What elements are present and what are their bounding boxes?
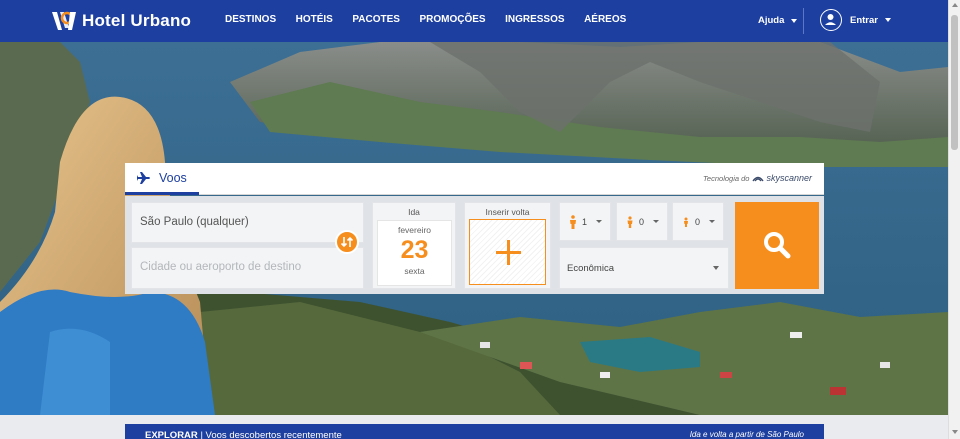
tab-flights[interactable]: Voos <box>125 163 199 195</box>
nav-pacotes[interactable]: PACOTES <box>352 14 400 25</box>
explore-subtitle: Voos descobertos recentemente <box>205 430 342 439</box>
chevron-down-icon <box>596 220 603 223</box>
skyscanner-credit: Tecnologia do skyscanner <box>703 173 812 183</box>
help-menu[interactable]: Ajuda <box>758 15 798 26</box>
explore-heading: EXPLORAR | Voos descobertos recentemente <box>145 430 342 439</box>
chevron-down-icon <box>884 18 891 22</box>
user-icon <box>820 9 842 31</box>
tab-flights-label: Voos <box>159 170 187 185</box>
child-icon <box>627 215 633 228</box>
origin-input[interactable]: São Paulo (qualquer) <box>131 202 364 243</box>
origin-value: São Paulo (qualquer) <box>140 216 249 228</box>
destination-input[interactable]: Cidade ou aeroporto de destino <box>131 247 364 289</box>
baby-icon <box>684 217 688 227</box>
cabin-class-select[interactable]: Econômica <box>559 247 729 289</box>
departure-label: Ida <box>408 207 420 217</box>
plane-icon <box>137 171 150 184</box>
search-form: São Paulo (qualquer) Cidade ou aeroporto… <box>125 196 824 294</box>
header-divider <box>803 8 804 34</box>
main-nav: DESTINOS HOTÉIS PACOTES PROMOÇÕES INGRES… <box>225 14 646 25</box>
nav-ingressos[interactable]: INGRESSOS <box>505 14 564 25</box>
scrollbar-thumb[interactable] <box>951 15 958 150</box>
page-scrollbar[interactable] <box>948 0 960 439</box>
departure-date-picker[interactable]: Ida fevereiro 23 sexta <box>372 202 456 289</box>
search-button[interactable] <box>735 202 819 289</box>
cabin-class-value: Econômica <box>567 262 614 274</box>
explore-label[interactable]: EXPLORAR <box>145 430 198 439</box>
powered-by-label: Tecnologia do <box>703 173 750 183</box>
logo-icon <box>52 11 76 30</box>
children-count: 0 <box>639 216 645 227</box>
nav-destinos[interactable]: DESTINOS <box>225 14 276 25</box>
help-label: Ajuda <box>758 15 785 26</box>
departure-day: 23 <box>400 236 429 264</box>
departure-date-card: fevereiro 23 sexta <box>377 220 452 286</box>
return-label: Inserir volta <box>485 207 530 217</box>
nav-aereos[interactable]: AÉREOS <box>584 14 626 25</box>
brand-logo[interactable]: Hotel Urbano <box>50 9 191 33</box>
departure-weekday: sexta <box>404 266 425 276</box>
babies-count: 0 <box>695 216 701 227</box>
babies-selector[interactable]: 0 <box>672 202 724 241</box>
powered-by-brand: skyscanner <box>766 173 812 183</box>
login-label: Entrar <box>850 14 878 26</box>
swap-button[interactable] <box>335 230 359 254</box>
brand-name: Hotel Urbano <box>82 11 192 30</box>
search-icon <box>764 232 791 259</box>
adult-icon <box>570 214 576 229</box>
scroll-up-icon[interactable] <box>952 3 958 7</box>
top-header: Hotel Urbano DESTINOS HOTÉIS PACOTES PRO… <box>0 0 948 42</box>
nav-promocoes[interactable]: PROMOÇÕES <box>419 14 485 25</box>
nav-hoteis[interactable]: HOTÉIS <box>296 14 333 25</box>
destination-placeholder: Cidade ou aeroporto de destino <box>140 261 302 273</box>
explore-bar: EXPLORAR | Voos descobertos recentemente… <box>125 424 824 439</box>
return-date-picker[interactable]: Inserir volta <box>464 202 551 289</box>
add-return-button[interactable] <box>469 219 546 285</box>
children-selector[interactable]: 0 <box>616 202 668 241</box>
scroll-down-icon[interactable] <box>952 430 958 434</box>
explore-route-note: Ida e volta a partir de São Paulo <box>689 430 804 439</box>
login-button[interactable]: Entrar <box>820 9 891 31</box>
adults-count: 1 <box>582 216 588 227</box>
departure-month: fevereiro <box>397 225 432 235</box>
chevron-down-icon <box>713 266 719 270</box>
flight-search-widget: Voos Tecnologia do skyscanner São Paulo … <box>125 163 824 294</box>
swap-icon <box>340 236 354 248</box>
chevron-down-icon <box>653 220 660 223</box>
chevron-down-icon <box>709 220 716 223</box>
adults-selector[interactable]: 1 <box>559 202 611 241</box>
chevron-down-icon <box>791 18 798 23</box>
skyscanner-logo-icon <box>752 176 765 182</box>
search-tab-bar: Voos Tecnologia do skyscanner <box>125 163 824 195</box>
